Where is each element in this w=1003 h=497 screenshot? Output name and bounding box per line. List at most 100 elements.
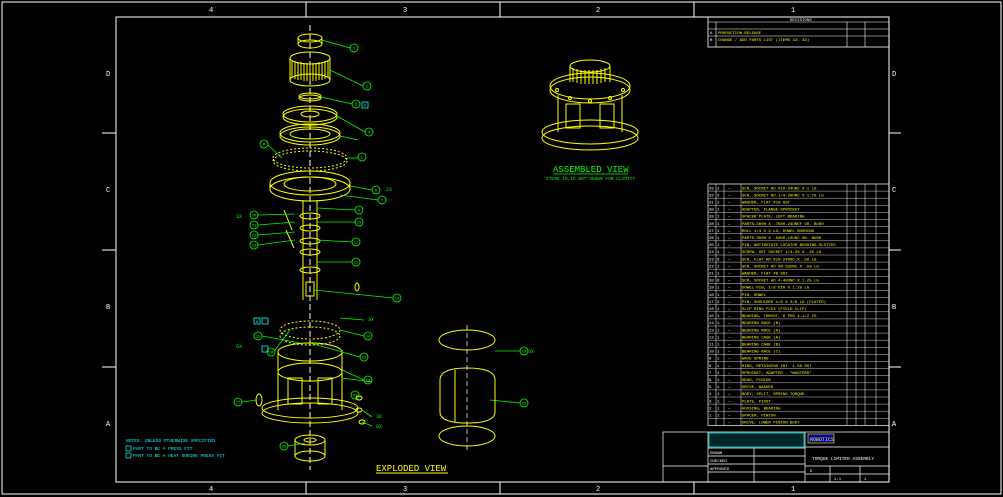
zone-col-label: 4 <box>209 7 213 15</box>
bom-part-number: — <box>727 244 731 248</box>
bom-item-number: 30 <box>709 209 714 213</box>
bom-part-number: — <box>727 365 731 369</box>
bom-part-number: — <box>727 187 731 191</box>
bom-item-number: 22 <box>709 265 714 269</box>
bom-description: SCR, SOCKET HD #8-32UNC X .50 LG <box>742 265 819 269</box>
drawing-title: TORQUE LIMITER ASSEMBLY <box>812 456 874 462</box>
rev-letter: B <box>710 39 713 43</box>
balloon-number: 14 <box>366 336 371 340</box>
bom-part-number: — <box>727 358 731 362</box>
bom-description: BEARING CAGE (A) <box>742 335 780 340</box>
bom-item-number: 6 <box>709 379 712 383</box>
parts-list-table: 33 2— SCR, SOCKET HD #10-24UNC X 1 LG32 3— S… <box>707 183 890 426</box>
assembled-view-title: ASSEMBLED VIEW <box>553 165 629 175</box>
balloon-number: 2 <box>366 86 369 90</box>
balloon-number: 6 <box>375 190 378 194</box>
zone-row-label: B <box>106 304 110 312</box>
bom-item-number: 8 <box>709 365 712 369</box>
bom-item-number: 2 <box>709 407 712 411</box>
bom-qty: 1 <box>717 407 720 411</box>
bom-qty: 1 <box>717 315 720 319</box>
revisions-header: REVISIONS <box>790 19 812 23</box>
balloon-number: 11 <box>354 242 359 246</box>
qty-tag: 3X <box>528 349 534 355</box>
bom-part-number: — <box>727 237 731 241</box>
bom-part-number: — <box>727 280 731 284</box>
approved-label: APPROVED <box>710 468 730 472</box>
notes-heading: NOTES: UNLESS OTHERWISE SPECIFIED <box>126 438 215 444</box>
balloon-number: 16 <box>366 380 371 384</box>
bom-description: SPACER, PINION <box>742 415 776 419</box>
balloon-number: 1 <box>353 48 356 52</box>
qty-tag: 3X <box>368 317 374 323</box>
rev-description: CHANGE / ADD PARTS LIST (ITEMS 32, 33) <box>718 38 809 43</box>
bom-item-number: 25 <box>709 244 714 248</box>
bom-item-number: 24 <box>709 251 714 255</box>
zone-row-label: D <box>106 71 110 79</box>
bom-part-number: — <box>727 202 731 206</box>
bom-qty: 2 <box>717 301 720 305</box>
bom-part-number: — <box>727 351 731 355</box>
bom-description: SLIP RING FLEX (FIELD CLIP) <box>742 307 807 312</box>
balloon-number: 22 <box>252 235 257 239</box>
balloon-number: 20 <box>252 215 257 219</box>
bom-item-number: 18 <box>709 294 714 298</box>
company-name: ROBOTICS <box>810 437 834 443</box>
exploded-view: EXPLODED VIEW <box>255 25 448 474</box>
bom-description: SPACER PLATE, LEFT BEARING <box>742 216 805 220</box>
bom-item-number: 19 <box>709 287 714 291</box>
zone-row-label: D <box>892 71 896 79</box>
bom-part-number: — <box>727 329 731 333</box>
zone-col-label: 1 <box>791 7 795 15</box>
cad-drawing-sheet: 4 3 2 1 4 3 2 1 D C B A D C B A EXPLODED… <box>1 1 1002 495</box>
bom-qty: 1 <box>717 209 720 213</box>
balloon-number: 15 <box>362 357 367 361</box>
bom-item-number: 32 <box>709 194 714 198</box>
bom-part-number: — <box>727 209 731 213</box>
bom-part-number: — <box>727 265 731 269</box>
bom-item-number: 3 <box>709 400 712 404</box>
split-spring-body <box>438 329 496 447</box>
bom-part-number: — <box>727 322 731 326</box>
zone-col-label: 3 <box>403 486 407 494</box>
assembled-view-note: ITEMS 10,16 NOT SHOWN FOR CLARITY <box>546 176 635 182</box>
bom-description: SCR, SOCKET HD 4-40UNC X 1.25 LG <box>742 280 819 284</box>
drawn-label: DRAWN <box>710 452 723 456</box>
balloon-number: 5 <box>361 157 364 161</box>
bom-part-number: — <box>727 315 731 319</box>
bom-description: SPROCKET, ADAPTER - "MASTERS" <box>742 371 812 376</box>
zone-col-label: 4 <box>209 486 213 494</box>
dowel-pin-left <box>255 393 263 407</box>
heat-shrink-mark <box>261 317 269 325</box>
sheet-size: D <box>810 470 813 474</box>
bom-description: SCR, SOCKET HD #10-24UNC X 1 LG <box>742 187 817 191</box>
bom-qty: 3 <box>717 194 720 198</box>
bom-part-number: — <box>727 258 731 262</box>
bom-description: ROLL 1/4 X 2 LG, DOWEL BUSHING <box>742 229 815 234</box>
bom-item-number: 20 <box>709 280 714 284</box>
rev-description: PRODUCTION RELEASE <box>718 32 762 36</box>
sheet-number: 1 <box>864 478 867 482</box>
bom-item-number: 11 <box>709 344 714 348</box>
balloon-number: 3 <box>355 104 358 108</box>
bom-part-number: — <box>727 400 731 404</box>
bom-part-number: — <box>727 287 731 291</box>
bom-part-number: — <box>727 336 731 340</box>
balloon-number: 19 <box>256 336 261 340</box>
balloon-number: 13 <box>395 298 400 302</box>
bom-item-number: 15 <box>709 315 714 319</box>
bom-description: RING, RETAINING INT. 1.50 SST <box>742 365 812 369</box>
qty-tag: 3X <box>376 414 382 420</box>
zone-row-label: A <box>106 421 111 429</box>
qty-tag: 3X <box>236 214 242 220</box>
bom-item-number: 29 <box>709 216 714 220</box>
bom-item-number: 10 <box>709 351 714 355</box>
balloon-number: 7 <box>381 200 384 204</box>
bom-qty: 1 <box>717 251 720 255</box>
bom-qty: 1 <box>717 322 720 326</box>
notes: NOTES: UNLESS OTHERWISE SPECIFIED PART T… <box>125 438 225 459</box>
bom-description: GEAR, PINION <box>742 379 771 383</box>
bom-part-number: — <box>727 273 731 277</box>
balloon-number: 25 <box>522 403 527 407</box>
bom-item-number: 23 <box>709 258 714 262</box>
